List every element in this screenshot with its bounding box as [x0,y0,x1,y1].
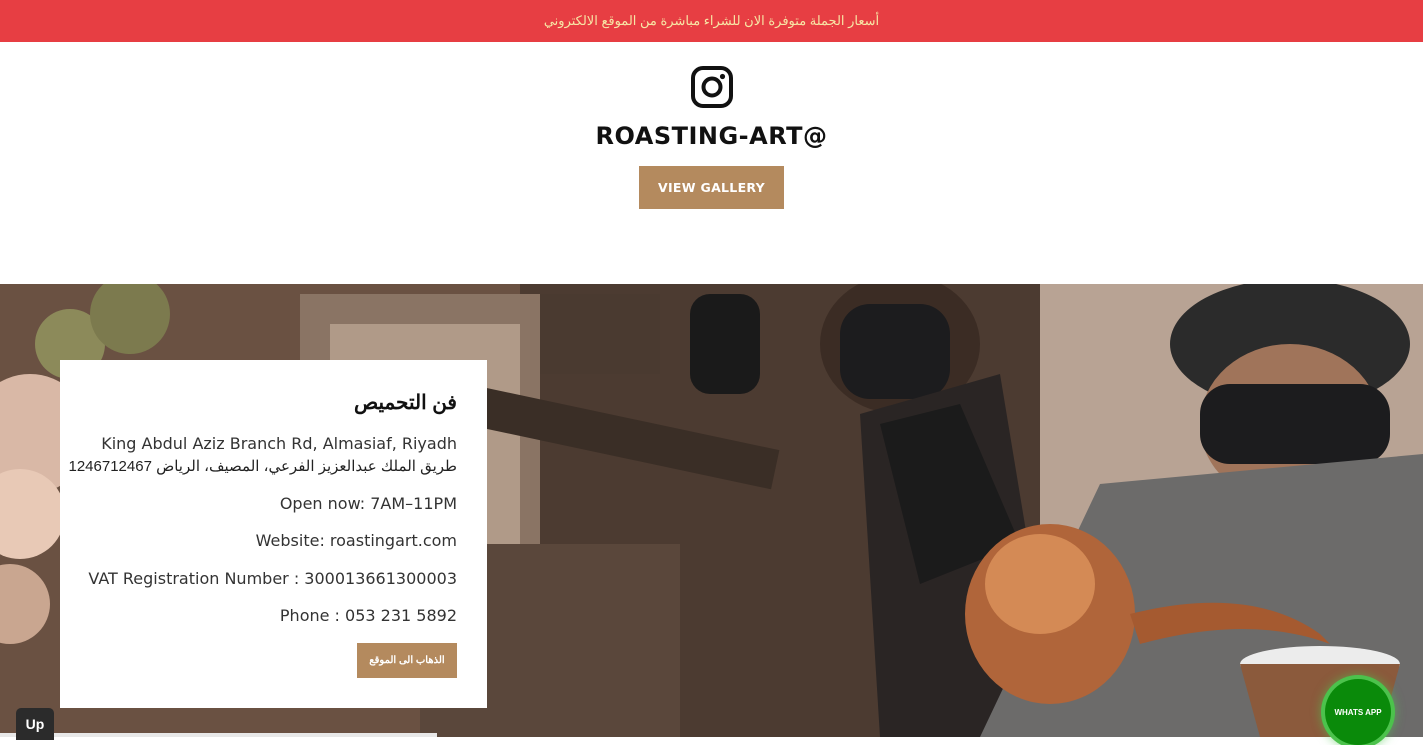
website-text: Website: roastingart.com [255,531,457,550]
address-english: King Abdul Aziz Branch Rd, Almasiaf, Riy… [101,434,457,453]
phone-number: Phone : 053 231 5892 [279,606,457,625]
instagram-icon[interactable] [691,66,733,108]
card-title: فن التحميص [353,392,457,414]
whatsapp-button[interactable]: WHATS APP [1325,679,1391,745]
scroll-up-button[interactable]: Up [16,708,54,740]
opening-hours: Open now: 7AM–11PM [279,494,457,513]
go-to-location-button[interactable]: الذهاب الى الموقع [357,643,457,678]
bottom-strip [0,733,437,737]
instagram-section: ROASTING-ART@ VIEW GALLERY [0,42,1423,284]
instagram-handle[interactable]: ROASTING-ART@ [0,122,1423,150]
address-arabic: 12467طريق الملك عبدالعزيز الفرعي، المصيف… [68,458,457,475]
announcement-text: أسعار الجملة متوفرة الان للشراء مباشرة م… [543,13,880,28]
vat-number: VAT Registration Number : 30001366130000… [88,569,457,588]
view-gallery-button[interactable]: VIEW GALLERY [639,166,784,209]
location-info-card: فن التحميص King Abdul Aziz Branch Rd, Al… [60,360,487,708]
announcement-bar: أسعار الجملة متوفرة الان للشراء مباشرة م… [0,0,1423,42]
